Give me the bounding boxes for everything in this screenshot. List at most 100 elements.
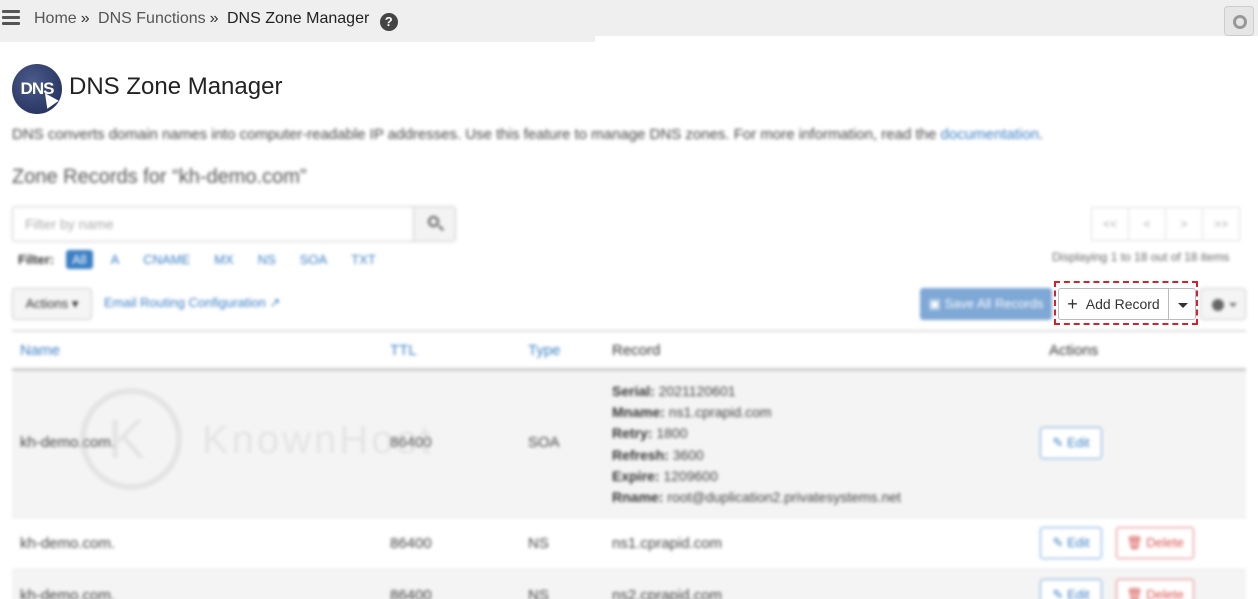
add-record-dropdown-caret[interactable] xyxy=(1168,288,1196,320)
soa-serial-label: Serial: xyxy=(612,383,655,399)
soa-mname-label: Mname: xyxy=(612,404,665,421)
hamburger-menu-icon[interactable] xyxy=(2,10,20,26)
settings-top-button[interactable] xyxy=(1224,6,1254,36)
pagination: << < > >> xyxy=(1091,207,1240,241)
add-record-group: + Add Record xyxy=(1058,288,1196,320)
watermark-circle-logo: K xyxy=(80,388,182,490)
row-type: NS xyxy=(528,535,549,552)
top-bar: Home» DNS Functions» DNS Zone Manager ? xyxy=(0,0,1258,42)
gear-icon xyxy=(1212,299,1224,311)
pager-next-button[interactable]: > xyxy=(1165,207,1203,241)
search-button[interactable] xyxy=(413,207,455,241)
delete-label: Delete xyxy=(1146,587,1184,599)
pager-first-button[interactable]: << xyxy=(1091,207,1129,241)
soa-expire: 1209600 xyxy=(663,467,718,484)
column-header-record: Record xyxy=(612,342,661,359)
delete-button[interactable]: 🗑 Delete xyxy=(1116,579,1194,599)
row-type: NS xyxy=(528,587,549,599)
documentation-link[interactable]: documentation xyxy=(941,126,1039,143)
gear-icon xyxy=(1233,15,1247,29)
filter-a[interactable]: A xyxy=(111,252,120,267)
actions-dropdown-button[interactable]: Actions ▾ xyxy=(12,288,92,320)
column-header-name[interactable]: Name xyxy=(20,342,60,359)
breadcrumb-dns-functions[interactable]: DNS Functions xyxy=(98,10,206,27)
add-record-label: Add Record xyxy=(1085,296,1160,312)
external-link-icon: ↗ xyxy=(269,295,281,310)
edit-label: Edit xyxy=(1067,587,1090,599)
soa-rname: root@duplication2.privatesystems.net xyxy=(667,489,901,506)
displaying-count: Displaying 1 to 18 out of 18 items xyxy=(1052,250,1230,264)
actions-label: Actions xyxy=(25,296,69,311)
soa-serial: 2021120601 xyxy=(658,383,736,399)
breadcrumb: Home» DNS Functions» DNS Zone Manager ? xyxy=(34,10,398,31)
plus-icon: + xyxy=(1067,294,1078,314)
edit-button[interactable]: ✎ Edit xyxy=(1040,527,1102,559)
breadcrumb-home[interactable]: Home xyxy=(34,10,77,27)
edit-button[interactable]: ✎ Edit xyxy=(1040,427,1102,459)
pencil-icon: ✎ xyxy=(1052,435,1064,450)
row-ttl: 86400 xyxy=(390,535,432,552)
watermark-letter: K xyxy=(108,407,146,470)
edit-label: Edit xyxy=(1067,535,1090,550)
row-ttl: 86400 xyxy=(390,587,432,599)
pencil-icon: ✎ xyxy=(1052,587,1064,599)
trash-icon: 🗑 xyxy=(1126,535,1143,550)
add-record-button[interactable]: + Add Record xyxy=(1058,288,1168,320)
column-header-ttl[interactable]: TTL xyxy=(390,342,417,359)
column-header-actions: Actions xyxy=(1049,342,1099,359)
filter-row: Filter: All A CNAME MX NS SOA TXT xyxy=(18,250,400,269)
filter-cname[interactable]: CNAME xyxy=(143,252,190,267)
soa-rname-label: Rname: xyxy=(612,489,664,506)
filter-txt[interactable]: TXT xyxy=(351,252,376,267)
watermark-brand: KnownHost xyxy=(202,418,434,462)
row-record: ns1.cprapid.com xyxy=(612,535,723,552)
column-header-type[interactable]: Type xyxy=(528,342,561,359)
email-routing-label: Email Routing Configuration xyxy=(104,295,266,310)
soa-retry-label: Retry: xyxy=(612,425,653,442)
dns-logo-icon: DNS xyxy=(12,64,62,114)
save-all-label: Save All Records xyxy=(944,296,1044,311)
caret-down-icon xyxy=(1229,303,1237,307)
soa-refresh-label: Refresh: xyxy=(612,446,669,463)
filter-soa[interactable]: SOA xyxy=(300,252,327,267)
search-placeholder: Filter by name xyxy=(25,216,114,232)
row-type: SOA xyxy=(528,434,560,451)
search-icon xyxy=(428,216,439,227)
soa-mname: ns1.cprapid.com xyxy=(668,404,772,421)
knownhost-watermark: K KnownHost xyxy=(80,388,480,498)
table-top-border xyxy=(12,330,1246,332)
pager-prev-button[interactable]: < xyxy=(1128,207,1166,241)
edit-button[interactable]: ✎ Edit xyxy=(1040,579,1102,599)
pager-last-button[interactable]: >> xyxy=(1202,207,1240,241)
soa-record: Serial: 2021120601 Mname: ns1.cprapid.co… xyxy=(612,381,901,508)
question-circle-icon[interactable]: ? xyxy=(379,13,398,31)
description-end: . xyxy=(1038,126,1044,143)
table-settings-button[interactable] xyxy=(1200,288,1246,320)
delete-label: Delete xyxy=(1146,535,1184,550)
soa-retry: 1800 xyxy=(656,425,688,442)
filter-mx[interactable]: MX xyxy=(214,252,234,267)
trash-icon: 🗑 xyxy=(1126,587,1143,599)
breadcrumb-separator: » xyxy=(209,10,219,27)
edit-label: Edit xyxy=(1067,435,1090,450)
save-icon: ▣ xyxy=(928,296,941,311)
pencil-icon: ✎ xyxy=(1052,535,1064,550)
filter-ns[interactable]: NS xyxy=(258,252,276,267)
page-description: DNS converts domain names into computer-… xyxy=(12,126,1043,143)
soa-refresh: 3600 xyxy=(672,446,704,463)
description-text: DNS converts domain names into computer-… xyxy=(12,126,941,143)
email-routing-link[interactable]: Email Routing Configuration ↗ xyxy=(104,295,280,311)
page-title: DNS Zone Manager xyxy=(69,73,283,100)
filter-all[interactable]: All xyxy=(66,250,93,269)
top-bar-strip xyxy=(595,36,1258,42)
row-name: kh-demo.com. xyxy=(20,535,116,552)
row-record: ns2.cprapid.com xyxy=(612,587,723,599)
search-input[interactable]: Filter by name xyxy=(12,206,456,242)
save-all-records-button[interactable]: ▣ Save All Records xyxy=(920,288,1052,320)
soa-expire-label: Expire: xyxy=(612,467,660,484)
delete-button[interactable]: 🗑 Delete xyxy=(1116,527,1194,559)
zone-records-title: Zone Records for “kh-demo.com” xyxy=(12,166,307,188)
breadcrumb-current: DNS Zone Manager xyxy=(227,10,370,27)
filter-label: Filter: xyxy=(18,252,55,267)
breadcrumb-separator: » xyxy=(80,10,90,27)
